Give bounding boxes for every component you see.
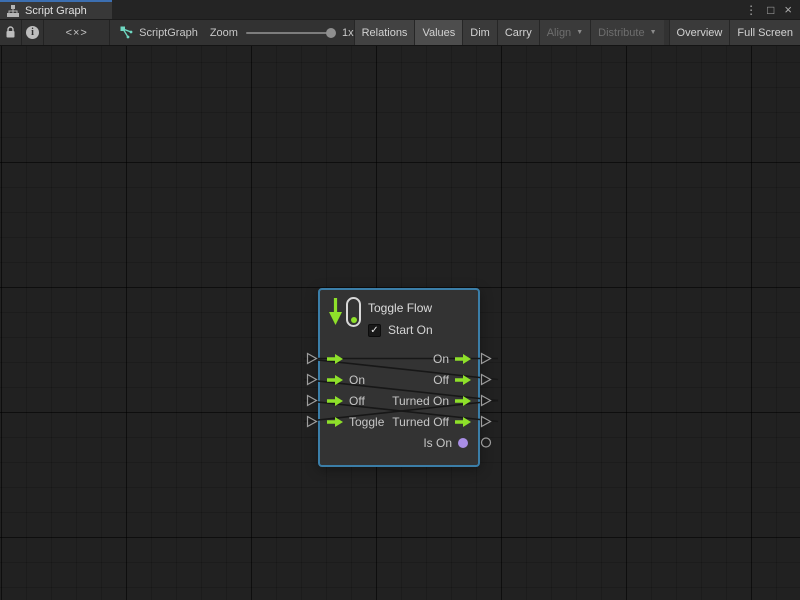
relations-button[interactable]: Relations	[354, 20, 415, 45]
port-label: Off	[349, 394, 365, 408]
toolbar-buttons: Relations Values Dim Carry Align ▼ Distr…	[354, 20, 800, 45]
port-row-turned-on: Turned On	[392, 390, 471, 411]
node-title: Toggle Flow	[368, 301, 432, 315]
distribute-label: Distribute	[598, 27, 644, 39]
port-label: On	[349, 373, 365, 387]
title-bar: Script Graph ⋮ □ ×	[0, 0, 800, 20]
port-row-enter	[327, 348, 384, 369]
fullscreen-button[interactable]: Full Screen	[729, 20, 800, 45]
align-dropdown[interactable]: Align ▼	[539, 20, 590, 45]
breadcrumb[interactable]: ScriptGraph	[110, 20, 210, 45]
zoom-control: Zoom 1x	[210, 20, 354, 45]
external-connector-icon[interactable]	[306, 415, 318, 428]
toggle-flow-icon	[346, 297, 361, 327]
window-menu-icon[interactable]: ⋮	[745, 4, 757, 16]
dropdown-caret-icon: ▼	[650, 29, 657, 36]
port-label: Turned Off	[392, 415, 449, 429]
start-on-setting: ✓ Start On	[368, 323, 433, 337]
breadcrumb-label: ScriptGraph	[139, 27, 198, 39]
graph-toolbar: i <×> ScriptGraph Zoom 1x Relations Valu…	[0, 20, 800, 46]
info-icon: i	[26, 26, 39, 39]
port-label: Off	[433, 373, 449, 387]
sitemap-icon	[7, 5, 19, 17]
lock-button[interactable]	[0, 20, 22, 45]
port-row-off-in: Off	[327, 390, 384, 411]
lock-icon	[5, 26, 16, 39]
flow-port-icon[interactable]	[455, 354, 471, 364]
window-controls: ⋮ □ ×	[745, 0, 800, 19]
edit-code-button[interactable]: <×>	[44, 20, 110, 45]
external-connector-icon[interactable]	[306, 373, 318, 386]
output-ports: On Off Turned On	[392, 348, 471, 453]
port-row-turned-off: Turned Off	[392, 411, 471, 432]
external-connector-icon[interactable]	[480, 415, 492, 428]
zoom-slider[interactable]	[246, 32, 334, 34]
port-label: On	[433, 352, 449, 366]
start-on-label: Start On	[388, 323, 433, 337]
flow-port-icon[interactable]	[455, 417, 471, 427]
align-label: Align	[547, 27, 571, 39]
port-row-on-out: On	[392, 348, 471, 369]
port-label: Turned On	[392, 394, 449, 408]
external-connector-circle-icon[interactable]	[480, 436, 492, 449]
zoom-label: Zoom	[210, 27, 238, 39]
flow-port-icon[interactable]	[455, 396, 471, 406]
zoom-slider-handle[interactable]	[326, 28, 336, 38]
overview-button[interactable]: Overview	[669, 20, 730, 45]
value-port-icon[interactable]	[458, 438, 468, 448]
flow-port-icon[interactable]	[327, 375, 343, 385]
dropdown-caret-icon: ▼	[576, 29, 583, 36]
flow-port-icon[interactable]	[327, 417, 343, 427]
input-ports: On Off Toggle	[327, 348, 384, 432]
distribute-dropdown[interactable]: Distribute ▼	[590, 20, 663, 45]
port-row-on-in: On	[327, 369, 384, 390]
dim-button[interactable]: Dim	[462, 20, 497, 45]
maximize-icon[interactable]: □	[767, 4, 774, 16]
flow-port-icon[interactable]	[327, 396, 343, 406]
flow-port-icon[interactable]	[455, 375, 471, 385]
tab-script-graph[interactable]: Script Graph	[0, 0, 112, 19]
graph-icon	[120, 26, 133, 39]
zoom-value: 1x	[342, 27, 354, 39]
external-connector-icon[interactable]	[480, 373, 492, 386]
external-connector-icon[interactable]	[480, 352, 492, 365]
toggle-flow-node[interactable]: Toggle Flow ✓ Start On	[318, 288, 480, 467]
port-row-is-on: Is On	[392, 432, 471, 453]
inspect-button[interactable]: i	[22, 20, 45, 45]
external-connector-icon[interactable]	[480, 394, 492, 407]
port-row-toggle-in: Toggle	[327, 411, 384, 432]
close-icon[interactable]: ×	[784, 3, 792, 16]
code-icon: <×>	[66, 27, 88, 39]
port-row-off-out: Off	[392, 369, 471, 390]
node-header: Toggle Flow ✓ Start On	[326, 296, 474, 342]
flow-port-icon[interactable]	[327, 354, 343, 364]
port-label: Is On	[423, 436, 452, 450]
tab-label: Script Graph	[25, 5, 87, 17]
values-button[interactable]: Values	[414, 20, 462, 45]
external-connector-icon[interactable]	[306, 394, 318, 407]
port-label: Toggle	[349, 415, 384, 429]
start-on-checkbox[interactable]: ✓	[368, 324, 381, 337]
flow-down-arrow-icon	[328, 298, 343, 326]
external-connector-icon[interactable]	[306, 352, 318, 365]
script-graph-window: Script Graph ⋮ □ × i <×>	[0, 0, 800, 600]
carry-button[interactable]: Carry	[497, 20, 539, 45]
graph-canvas[interactable]: Toggle Flow ✓ Start On	[0, 46, 800, 600]
